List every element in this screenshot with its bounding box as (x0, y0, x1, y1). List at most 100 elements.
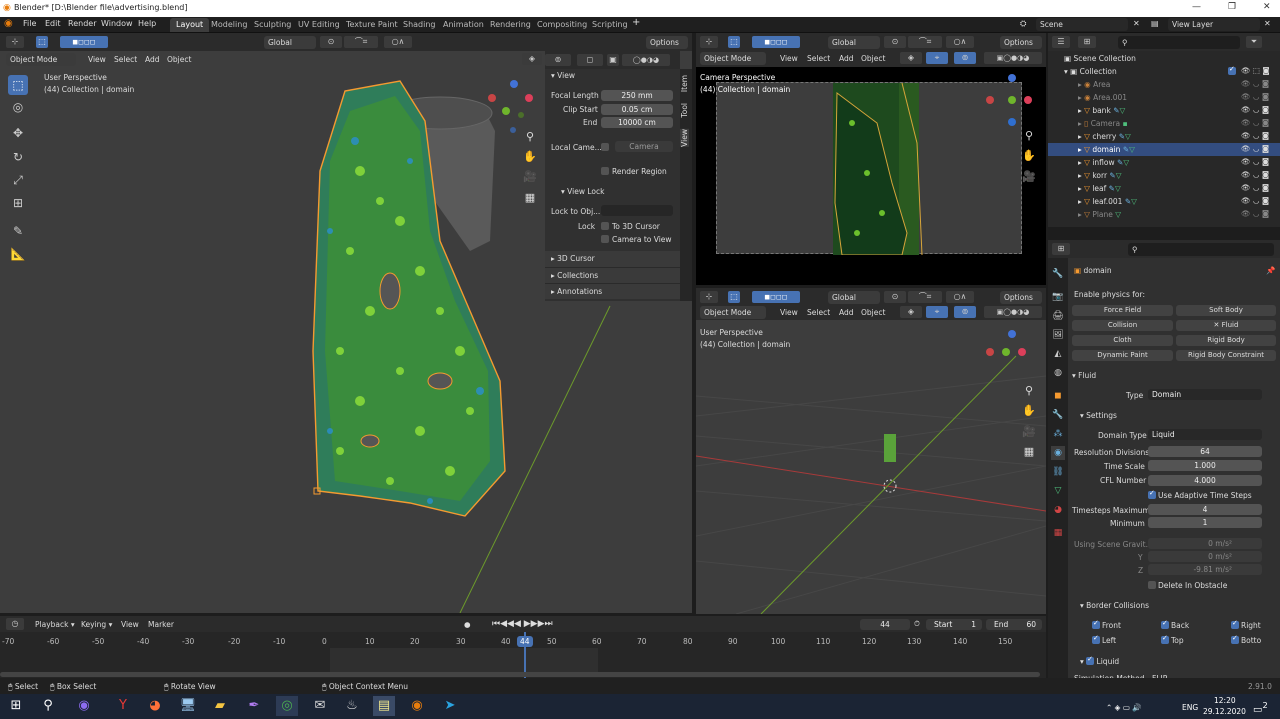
annotate-tool-icon[interactable]: ✎ (8, 221, 28, 241)
cam-pan-icon[interactable]: ✋ (1020, 147, 1038, 165)
timeline-editor-type-icon[interactable]: ◷ (6, 618, 24, 630)
shading-mode-icons[interactable]: ◯●◑◕ (622, 54, 670, 66)
view-section-header[interactable]: ▾ View (551, 71, 575, 80)
user-menu-select[interactable]: Select (807, 308, 830, 317)
add-workspace-button[interactable]: + (632, 17, 640, 28)
outliner-item-domain[interactable]: ▸ ▽ domain ✎▽ 👁 ◡ ◙ (1048, 143, 1280, 156)
border-collisions-header[interactable]: ▾ Border Collisions (1080, 601, 1149, 610)
current-frame-field[interactable]: 44 (860, 619, 910, 630)
outliner-item-cherry[interactable]: ▸ ▽ cherry ✎▽ 👁 ◡ ◙ (1048, 130, 1280, 143)
properties-search-input[interactable]: ⚲ (1128, 243, 1274, 256)
cam-menu-add[interactable]: Add (839, 54, 854, 63)
menu-edit[interactable]: Edit (45, 19, 61, 28)
zoom-icon[interactable]: ⚲ (521, 128, 539, 146)
cam-select-tool-icon[interactable]: ⬚ (728, 36, 740, 48)
settings-header[interactable]: ▾ Settings (1080, 411, 1117, 420)
focal-length-field[interactable]: 250 mm (601, 90, 673, 101)
select-box-tool-icon[interactable]: ⬚ (8, 75, 28, 95)
border-bottom-checkbox[interactable] (1231, 634, 1239, 644)
options-dropdown[interactable]: Options (646, 36, 688, 49)
user-overlay-icon[interactable]: ⊚ (954, 306, 976, 318)
cam-editor-type-icon[interactable]: ⊹ (700, 36, 718, 48)
view-layer-close-icon[interactable]: ✕ (1264, 19, 1271, 28)
user-options-dropdown[interactable]: Options (1000, 291, 1042, 304)
end-frame-field[interactable]: End 60 (986, 619, 1042, 630)
playback-menu[interactable]: Playback ▾ (35, 620, 75, 629)
tab-rendering[interactable]: Rendering (484, 18, 537, 32)
camera-viewport[interactable]: Camera Perspective (44) Collection | dom… (696, 67, 1046, 285)
playback-controls-icons[interactable]: ⏮◀◀◀ ▶▶▶⏭ (492, 619, 553, 629)
camera-view-icon[interactable]: 🎥 (521, 168, 539, 186)
user-zoom-icon[interactable]: ⚲ (1020, 382, 1038, 400)
cam-pivot-icon[interactable]: ⊙ (884, 36, 906, 48)
cam-snap-icon[interactable]: ⌒⌗ (908, 36, 942, 48)
outliner-item-leaf-001[interactable]: ▸ ▽ leaf.001 ✎▽ 👁 ◡ ◙ (1048, 195, 1280, 208)
user-gizmo-icon[interactable]: ⌖ (926, 306, 948, 318)
firefox-icon[interactable]: ◕ (144, 696, 166, 716)
menu-file[interactable]: File (23, 19, 36, 28)
section-collections[interactable]: ▸ Collections (545, 267, 680, 283)
force-field-button[interactable]: Force Field (1072, 305, 1173, 316)
time-scale-field[interactable]: 1.000 (1148, 460, 1262, 471)
outliner-search-input[interactable]: ⚲ (1118, 36, 1240, 49)
border-right-checkbox[interactable] (1231, 619, 1239, 629)
resolution-divisions-field[interactable]: 64 (1148, 446, 1262, 457)
editor-type-icon[interactable]: ⊹ (6, 36, 24, 48)
computer-icon[interactable]: 🖥 (177, 696, 199, 716)
messenger-icon[interactable]: ✉ (309, 696, 331, 716)
outliner-item-camera[interactable]: ▸ ▯ Camera ▪ 👁 ◡ ◙ (1048, 117, 1280, 130)
proportional-icon[interactable]: ○∧ (384, 36, 412, 48)
clock-time[interactable]: 12:20 (1214, 696, 1236, 705)
timesteps-maximum-field[interactable]: 4 (1148, 504, 1262, 515)
user-select-tool-icon[interactable]: ⬚ (728, 291, 740, 303)
tab-sculpting[interactable]: Sculpting (248, 18, 297, 32)
cursor-tool-icon[interactable]: ◎ (8, 97, 28, 117)
outliner-editor-type-icon[interactable]: ☰ (1052, 36, 1070, 48)
rigid-body-button[interactable]: Rigid Body (1176, 335, 1276, 346)
render-tab-icon[interactable]: 📷 (1051, 290, 1065, 304)
cfl-number-field[interactable]: 4.000 (1148, 475, 1262, 486)
user-shading-icons[interactable]: ▣◯●◑◕ (984, 306, 1042, 318)
marker-menu[interactable]: Marker (148, 620, 174, 629)
tab-scripting[interactable]: Scripting (586, 18, 634, 32)
visibility-icon[interactable]: ◈ (522, 53, 542, 65)
tab-item[interactable]: Item (680, 75, 689, 92)
user-menu-object[interactable]: Object (861, 308, 885, 317)
cam-gizmo-icon[interactable]: ⌖ (926, 52, 948, 64)
outliner-scene-collection[interactable]: ▣ Scene Collection (1048, 52, 1280, 65)
tab-shading[interactable]: Shading (397, 18, 442, 32)
display-mode-icon[interactable]: ⊞ (1078, 36, 1096, 48)
pan-hand-icon[interactable]: ✋ (521, 148, 539, 166)
modifier-tab-icon[interactable]: 🔧 (1051, 408, 1065, 422)
cam-zoom-icon[interactable]: ⚲ (1020, 127, 1038, 145)
cam-visibility-icon[interactable]: ◈ (900, 52, 922, 64)
maximize-button[interactable]: ❐ (1228, 2, 1236, 12)
overlay-icon[interactable]: ⊚ (545, 54, 571, 66)
windows-start-icon[interactable]: ⊞ (5, 696, 27, 716)
scale-tool-icon[interactable]: ⤢ (8, 170, 28, 190)
world-tab-icon[interactable]: ◍ (1051, 366, 1065, 380)
collection-checkbox[interactable] (1228, 65, 1236, 75)
timeline-view-menu[interactable]: View (121, 620, 139, 629)
rigid-body-constraint-button[interactable]: Rigid Body Constraint (1176, 350, 1276, 361)
auto-keying-icon[interactable]: ● (464, 620, 471, 629)
tab-animation[interactable]: Animation (437, 18, 490, 32)
cam-options-dropdown[interactable]: Options (1000, 36, 1042, 49)
material-tab-icon[interactable]: ◕ (1051, 503, 1065, 517)
cam-mode-dropdown[interactable]: Object Mode (700, 52, 766, 65)
steam-icon[interactable]: ♨ (341, 696, 363, 716)
user-proportional-icon[interactable]: ○∧ (946, 291, 974, 303)
cam-proportional-icon[interactable]: ○∧ (946, 36, 974, 48)
outliner-item-inflow[interactable]: ▸ ▽ inflow ✎▽ 👁 ◡ ◙ (1048, 156, 1280, 169)
user-viewport[interactable]: Object Mode View Select Add Object ◈ ⌖ ⊚… (696, 306, 1046, 614)
border-back-checkbox[interactable] (1161, 619, 1169, 629)
filter-icon[interactable]: ⏷ (1246, 36, 1262, 48)
cam-navigation-gizmo[interactable] (984, 72, 1034, 128)
user-select-mode-icons[interactable]: ◼◻◻◻ (752, 291, 800, 303)
border-top-checkbox[interactable] (1161, 634, 1169, 644)
current-frame-indicator[interactable]: 44 (517, 636, 533, 647)
view-layer-tab-icon[interactable]: 🖼 (1051, 328, 1065, 342)
pen-app-icon[interactable]: ✒ (243, 696, 265, 716)
outliner-item-bank[interactable]: ▸ ▽ bank ✎▽ 👁 ◡ ◙ (1048, 104, 1280, 117)
cam-orientation-dropdown[interactable]: Global (828, 36, 880, 49)
